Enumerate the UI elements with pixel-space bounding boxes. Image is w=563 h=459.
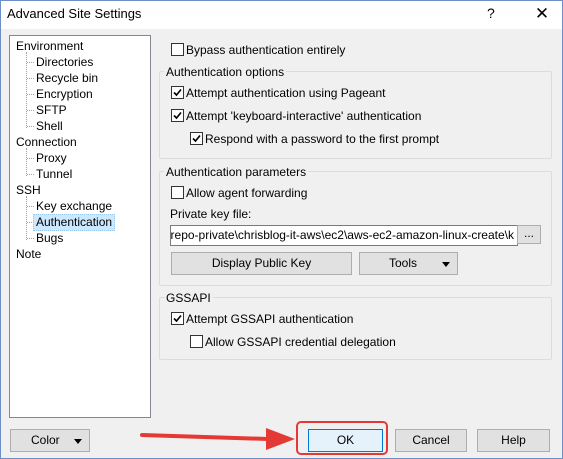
annotation-arrow-icon — [140, 428, 295, 450]
ok-highlight-box — [296, 421, 388, 455]
